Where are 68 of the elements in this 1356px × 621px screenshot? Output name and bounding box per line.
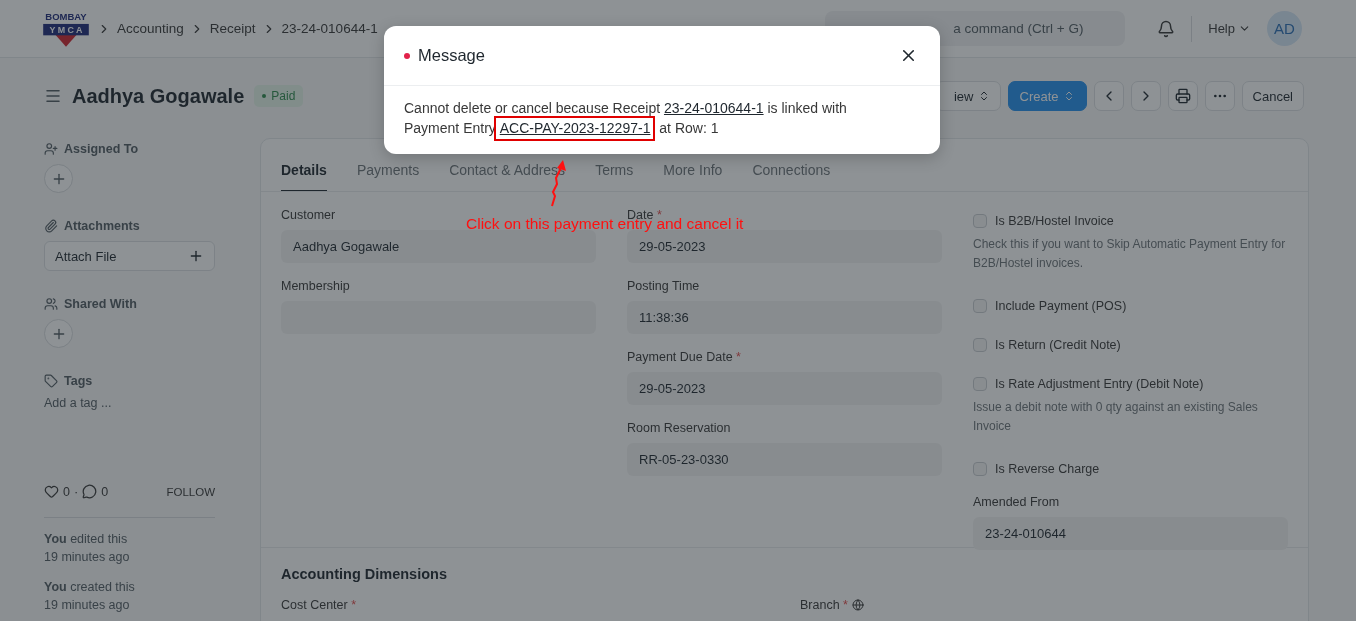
paperclip-icon [44, 219, 58, 233]
separator-dot: · [73, 484, 79, 499]
help-menu[interactable]: Help [1208, 21, 1251, 36]
input-field[interactable]: 29-05-2023 [627, 372, 942, 405]
user-avatar[interactable]: AD [1267, 11, 1302, 46]
document-number-link[interactable]: 23-24-010644-1 [663, 100, 764, 116]
attach-file-button[interactable]: Attach File [44, 241, 215, 271]
activity-entry: You created this 19 minutes ago [44, 579, 136, 614]
section-title: Shared With [64, 297, 137, 311]
activity-entry: You edited this 19 minutes ago [44, 531, 131, 566]
checkbox-label: Is Return (Credit Note) [995, 338, 1121, 352]
status-badge: Paid [254, 85, 304, 107]
input-field[interactable]: RR-05-23-0330 [627, 443, 942, 476]
checkbox-label: Is Reverse Charge [995, 462, 1100, 476]
input-field[interactable]: 11:38:36 [627, 301, 942, 334]
globe-icon [851, 599, 864, 611]
field-label: Posting Time [627, 279, 701, 293]
follow-link[interactable]: FOLLOW [166, 485, 215, 498]
breadcrumb-link[interactable]: Accounting [117, 21, 184, 36]
input-field[interactable]: 23-24-010644 [973, 517, 1288, 550]
dialog-message: Cannot delete or cancel because Receipt 23-24-010644-1 is linked with Payment Entry ACC-PAY-2023-12297-1 at Row: 1 [384, 86, 904, 138]
breadcrumb-link[interactable]: 23-24-010644-1 [281, 21, 378, 36]
section-title: Assigned To [64, 142, 139, 156]
field-label: Amended From [973, 495, 1061, 509]
checkbox[interactable] [973, 214, 987, 228]
printer-icon [1174, 88, 1191, 104]
section-heading: Accounting Dimensions [281, 566, 448, 582]
checkbox[interactable] [973, 377, 987, 391]
field-label: Cost Center * [281, 598, 357, 612]
like-count: 0 [63, 484, 70, 499]
more-button[interactable] [1204, 81, 1235, 111]
checkbox-label: Is Rate Adjustment Entry (Debit Note) [995, 377, 1204, 391]
checkbox-label: Include Payment (POS) [995, 299, 1127, 313]
add-button[interactable] [44, 164, 73, 193]
comment-icon[interactable] [82, 484, 98, 499]
tag-input[interactable]: Add a tag ... [44, 396, 215, 410]
plus-icon [188, 248, 204, 264]
create-button[interactable]: Create [1007, 81, 1087, 111]
cancel-button[interactable]: Cancel [1241, 81, 1304, 111]
add-button[interactable] [44, 319, 73, 348]
field-label: Membership [281, 279, 351, 293]
user-plus-icon [44, 142, 58, 156]
tab[interactable]: Details [281, 139, 327, 191]
comment-count: 0 [101, 484, 109, 499]
help-text: Check this if you want to Skip Automatic Payment Entry for B2B/Hostel invoices. [973, 236, 1287, 272]
field-label: Payment Due Date * [627, 350, 742, 364]
checkbox-label: Is B2B/Hostel Invoice [995, 214, 1114, 228]
users-icon [44, 297, 58, 311]
previous-button[interactable] [1093, 81, 1124, 111]
checkbox[interactable] [973, 462, 987, 476]
next-button[interactable] [1130, 81, 1161, 111]
print-button[interactable] [1167, 81, 1198, 111]
field-label: Customer [281, 208, 337, 222]
page-title: Aadhya Gogawale [72, 84, 245, 108]
payment-entry-link[interactable]: ACC-PAY-2023-12297-1 [499, 120, 651, 136]
section-title: Tags [64, 374, 93, 388]
bell-icon[interactable] [1157, 19, 1176, 38]
tag-icon [44, 374, 58, 388]
section-title: Attachments [64, 219, 140, 233]
heart-icon[interactable] [44, 484, 59, 499]
menu-icon[interactable] [44, 87, 62, 105]
help-text: Issue a debit note with 0 qty against an existing Sales Invoice [973, 399, 1259, 435]
checkbox[interactable] [973, 338, 987, 352]
checkbox[interactable] [973, 299, 987, 313]
field-label: Room Reservation [627, 421, 732, 435]
dialog-title: Message [418, 46, 485, 65]
breadcrumb-link[interactable]: Receipt [209, 21, 256, 36]
field-label: Branch * [800, 598, 848, 612]
